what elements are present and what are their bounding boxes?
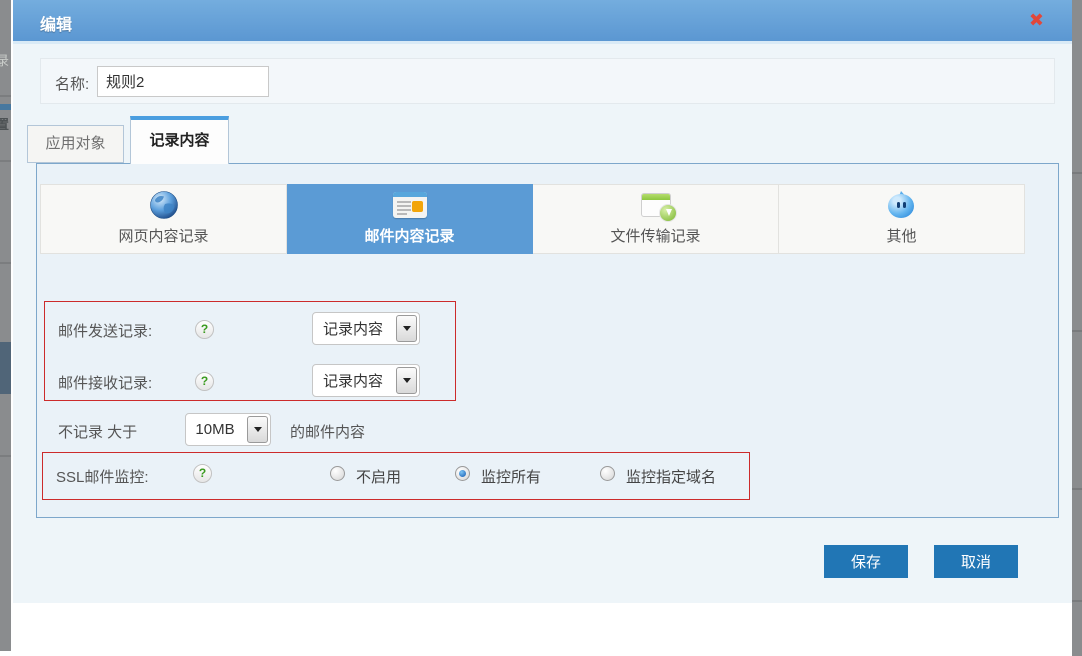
background-divider [0, 95, 11, 97]
background-divider [1072, 600, 1082, 602]
size-rule-suffix: 的邮件内容 [290, 421, 365, 442]
radio-ssl-monitor-all[interactable] [455, 466, 470, 481]
background-divider [0, 160, 11, 162]
size-limit-dropdown-value: 10MB [186, 414, 244, 445]
icon-tab-web-content[interactable]: 网页内容记录 [40, 184, 287, 254]
mail-send-label: 邮件发送记录: [58, 320, 152, 341]
radio-ssl-disabled[interactable] [330, 466, 345, 481]
mail-send-dropdown-value: 记录内容 [313, 313, 393, 344]
background-page-right-strip [1072, 0, 1082, 656]
cancel-button[interactable]: 取消 [934, 545, 1018, 578]
icon-tab-label: 其他 [886, 225, 916, 246]
size-limit-dropdown[interactable]: 10MB [185, 413, 271, 446]
screen: 录 置 编辑 ✖ 名称: 应用对象 记录内容 [0, 0, 1082, 656]
background-text-fragment: 置 [0, 114, 9, 133]
chevron-down-icon[interactable] [396, 367, 417, 394]
tab-apply-target[interactable]: 应用对象 [27, 125, 124, 163]
mail-receive-dropdown[interactable]: 记录内容 [312, 364, 420, 397]
mail-icon [393, 187, 427, 223]
name-label: 名称: [55, 73, 89, 94]
help-icon[interactable]: ? [195, 372, 214, 391]
icon-tab-label: 网页内容记录 [118, 225, 208, 246]
help-icon[interactable]: ? [195, 320, 214, 339]
name-panel: 名称: [40, 58, 1055, 104]
mail-send-dropdown[interactable]: 记录内容 [312, 312, 420, 345]
radio-ssl-monitor-all-label[interactable]: 监控所有 [481, 466, 541, 487]
icon-tab-other[interactable]: 其他 [779, 184, 1025, 254]
globe-icon [148, 187, 180, 223]
name-input[interactable] [97, 66, 269, 97]
radio-ssl-disabled-label[interactable]: 不启用 [356, 466, 401, 487]
tab-record-content[interactable]: 记录内容 [130, 116, 229, 164]
background-divider [1072, 172, 1082, 174]
radio-ssl-monitor-domains-label[interactable]: 监控指定域名 [626, 466, 716, 487]
record-type-tabbar: 网页内容记录 邮件内容记录 文件传输记录 其他 [40, 184, 1025, 254]
background-divider [0, 262, 11, 264]
icon-tab-label: 文件传输记录 [610, 225, 700, 246]
icon-tab-file-transfer[interactable]: 文件传输记录 [533, 184, 779, 254]
edit-dialog: 编辑 ✖ 名称: 应用对象 记录内容 [13, 0, 1072, 603]
background-text-fragment: 录 [0, 50, 9, 69]
chevron-down-icon[interactable] [247, 416, 268, 443]
background-highlight-line [0, 104, 11, 110]
chevron-down-icon[interactable] [396, 315, 417, 342]
background-page-left-strip: 录 置 [0, 0, 11, 651]
dialog-title: 编辑 [40, 11, 72, 35]
icon-tab-mail-content[interactable]: 邮件内容记录 [287, 184, 533, 254]
file-transfer-icon [641, 187, 671, 223]
background-divider [1072, 330, 1082, 332]
chat-bubble-icon [888, 187, 916, 223]
background-divider [0, 455, 11, 457]
dialog-titlebar: 编辑 ✖ [13, 0, 1072, 44]
mail-receive-dropdown-value: 记录内容 [313, 365, 393, 396]
background-divider [1072, 488, 1082, 490]
ssl-monitor-label: SSL邮件监控: [56, 466, 149, 487]
size-rule-prefix: 不记录 大于 [58, 421, 137, 442]
save-button[interactable]: 保存 [824, 545, 908, 578]
background-selected-row [0, 342, 11, 394]
help-icon[interactable]: ? [193, 464, 212, 483]
close-icon[interactable]: ✖ [1029, 10, 1044, 30]
radio-ssl-monitor-domains[interactable] [600, 466, 615, 481]
icon-tab-label: 邮件内容记录 [364, 225, 454, 246]
mail-receive-label: 邮件接收记录: [58, 372, 152, 393]
